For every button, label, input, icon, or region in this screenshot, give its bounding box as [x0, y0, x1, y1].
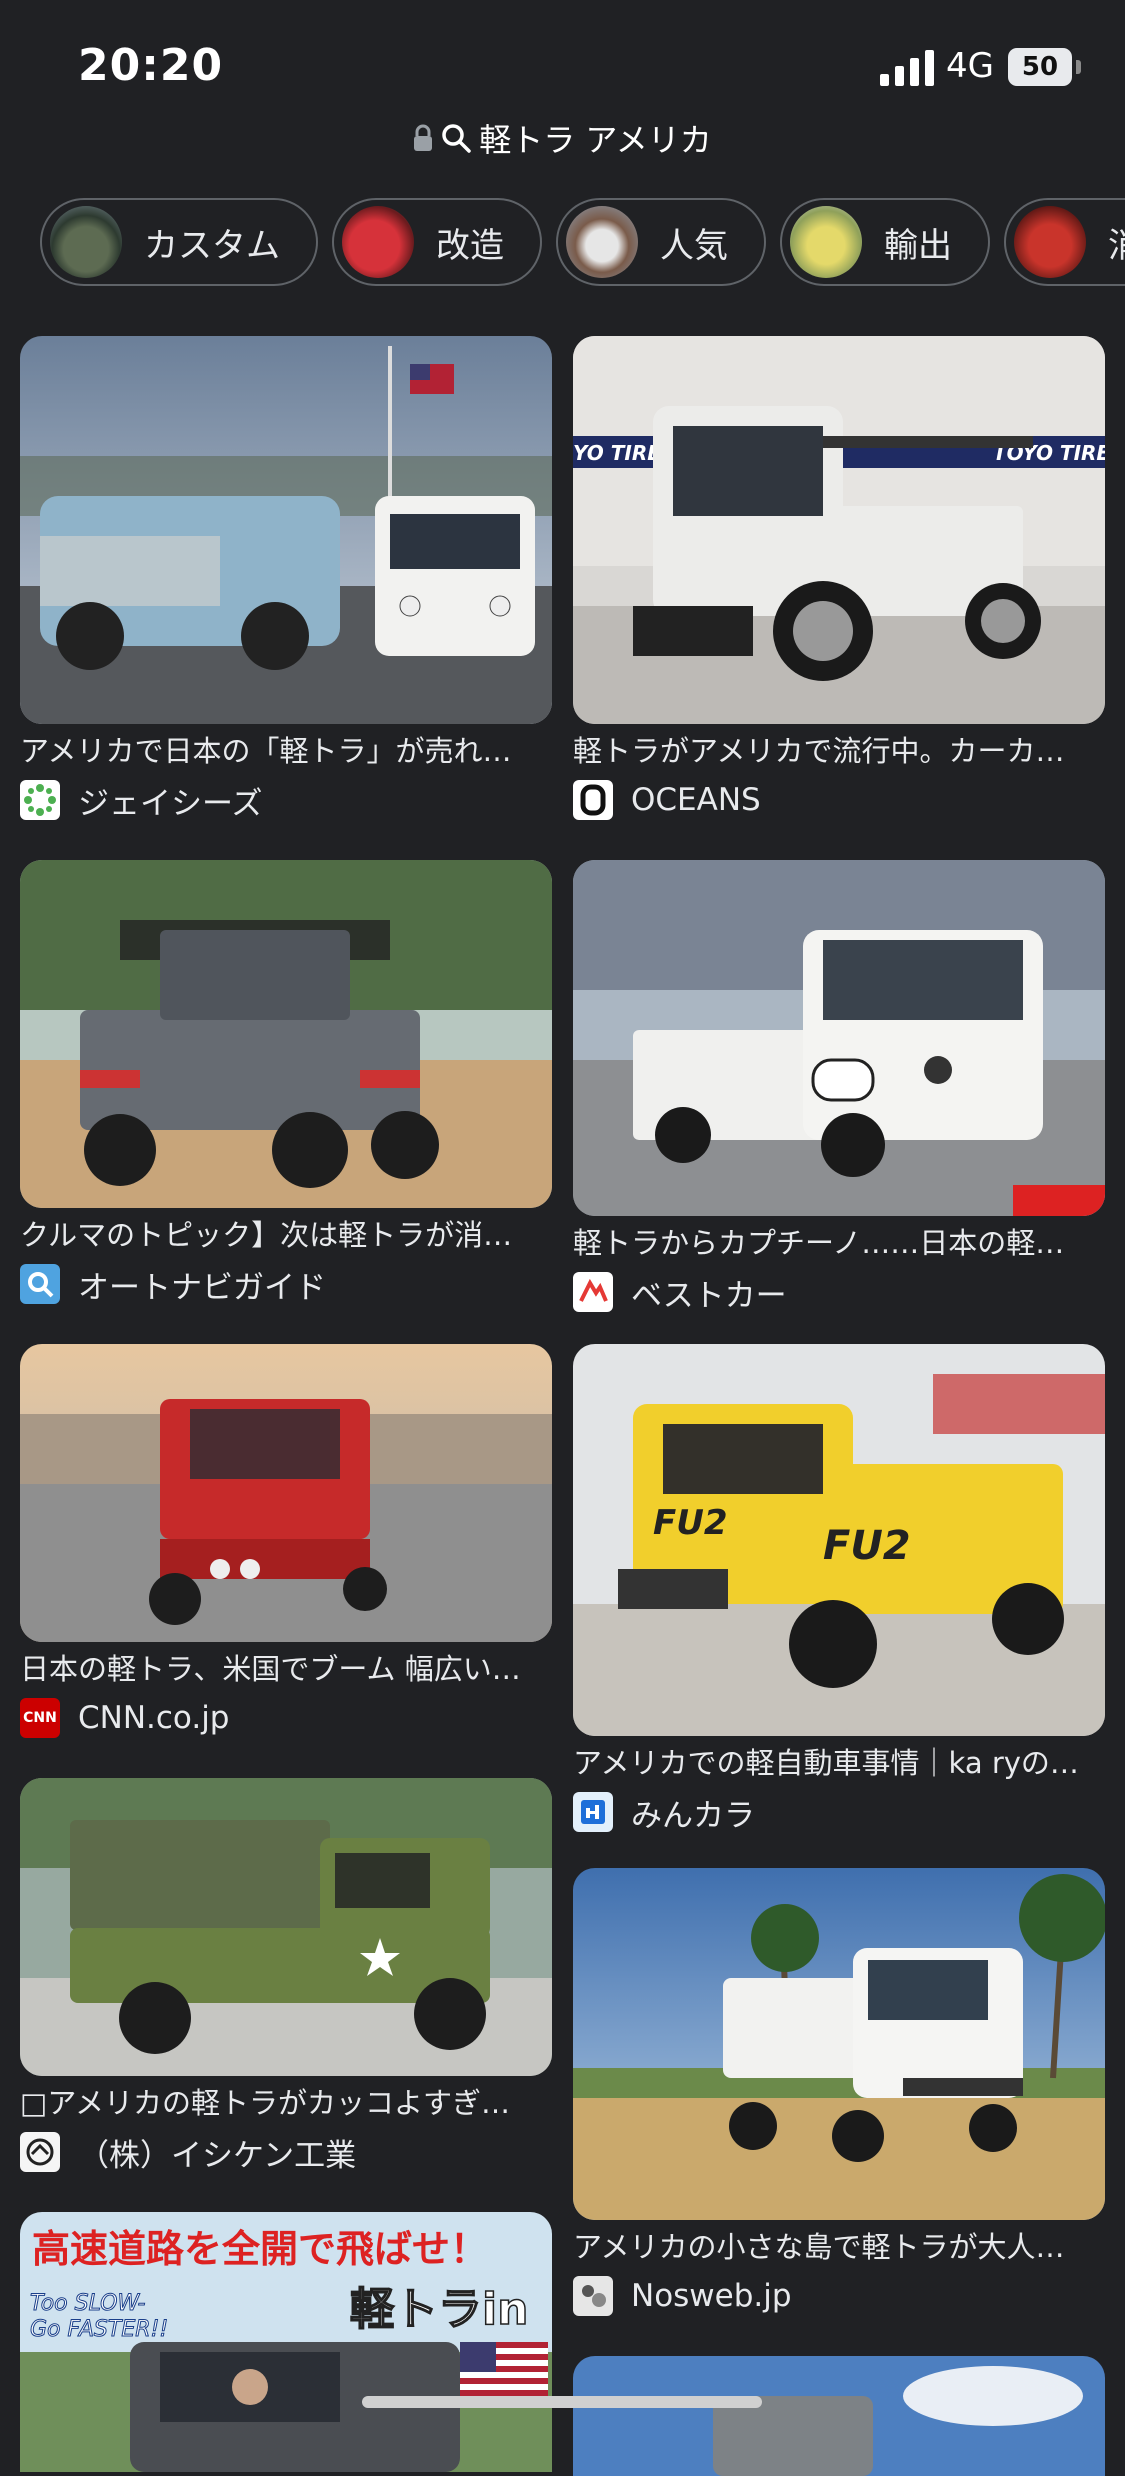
result-image[interactable]: YO TIRES TOYO TIRES: [573, 336, 1105, 724]
result-card[interactable]: [573, 2356, 1105, 2476]
chip-export[interactable]: 輸出: [780, 198, 990, 286]
chip-label: 人気: [660, 225, 728, 266]
result-image[interactable]: [20, 860, 552, 1208]
site-favicon-icon: [573, 1792, 613, 1832]
result-title[interactable]: 軽トラがアメリカで流行中。カーカ…: [573, 730, 1105, 772]
chip-label: 改造: [436, 225, 504, 266]
chip-thumbnail: [342, 206, 414, 278]
truck-photo-icon: [573, 860, 1105, 1216]
result-source[interactable]: OCEANS: [573, 778, 1105, 822]
result-title[interactable]: 日本の軽トラ、米国でブーム 幅広い…: [20, 1648, 552, 1690]
chip-disappear[interactable]: 消: [1004, 198, 1125, 286]
truck-photo-icon: YO TIRES TOYO TIRES: [573, 336, 1105, 724]
truck-photo-icon: [573, 1868, 1105, 2220]
battery-tip: [1076, 60, 1081, 74]
network-type: 4G: [946, 46, 994, 86]
result-source[interactable]: CNN CNN.co.jp: [20, 1696, 552, 1740]
result-image[interactable]: 高速道路を全開で飛ばせ！ Too SLOW- Go FASTER!! 軽トラin: [20, 2212, 552, 2472]
chip-thumbnail: [790, 206, 862, 278]
site-favicon-icon: [20, 2132, 60, 2172]
result-image[interactable]: FU2 FU2: [573, 1344, 1105, 1736]
site-favicon-icon: CNN: [20, 1698, 60, 1738]
truck-photo-icon: FU2 FU2: [573, 1344, 1105, 1736]
result-source[interactable]: （株）イシケン工業: [20, 2130, 552, 2174]
chip-thumbnail: [566, 206, 638, 278]
source-name: Nosweb.jp: [631, 2278, 792, 2314]
site-favicon-icon: [573, 1272, 613, 1312]
site-favicon-icon: [20, 780, 60, 820]
chip-popular[interactable]: 人気: [556, 198, 766, 286]
result-title[interactable]: 軽トラからカプチーノ……日本の軽…: [573, 1222, 1105, 1264]
site-favicon-icon: [573, 780, 613, 820]
truck-photo-icon: [573, 2356, 1105, 2476]
truck-photo-icon: [20, 1778, 552, 2076]
result-card[interactable]: 軽トラからカプチーノ……日本の軽… ベストカー: [573, 860, 1105, 1314]
chip-thumbnail: [1014, 206, 1086, 278]
site-favicon-icon: [20, 1264, 60, 1304]
source-name: ベストカー: [631, 1277, 787, 1314]
home-indicator[interactable]: [362, 2396, 762, 2408]
battery-icon: 50: [1008, 48, 1072, 86]
chip-thumbnail: [50, 206, 122, 278]
result-source[interactable]: ベストカー: [573, 1270, 1105, 1314]
svg-text:Too SLOW-: Too SLOW-: [30, 2291, 146, 2316]
address-bar[interactable]: 軽トラ アメリカ: [0, 112, 1125, 164]
result-card[interactable]: クルマのトピック】次は軽トラが消… オートナビガイド: [20, 860, 552, 1306]
chip-label: 消: [1108, 218, 1125, 267]
source-name: CNN.co.jp: [78, 1700, 230, 1736]
result-title[interactable]: アメリカでの軽自動車事情｜ka ryの…: [573, 1742, 1105, 1784]
result-card[interactable]: 高速道路を全開で飛ばせ！ Too SLOW- Go FASTER!! 軽トラin: [20, 2212, 552, 2472]
result-source[interactable]: ジェイシーズ: [20, 778, 552, 822]
result-title[interactable]: クルマのトピック】次は軽トラが消…: [20, 1214, 552, 1256]
truck-photo-icon: [20, 860, 552, 1208]
result-image[interactable]: [20, 1344, 552, 1642]
result-card[interactable]: □アメリカの軽トラがカッコよすぎ… （株）イシケン工業: [20, 1778, 552, 2174]
svg-text:FU2: FU2: [653, 1503, 728, 1543]
result-card[interactable]: FU2 FU2 アメリカでの軽自動車事情｜ka ryの… みんカラ: [573, 1344, 1105, 1834]
result-source[interactable]: みんカラ: [573, 1790, 1105, 1834]
chip-modify[interactable]: 改造: [332, 198, 542, 286]
result-source[interactable]: オートナビガイド: [20, 1262, 552, 1306]
result-title[interactable]: □アメリカの軽トラがカッコよすぎ…: [20, 2082, 552, 2124]
chip-label: カスタム: [144, 225, 280, 266]
result-card[interactable]: 日本の軽トラ、米国でブーム 幅広い… CNN CNN.co.jp: [20, 1344, 552, 1740]
result-image[interactable]: [20, 1778, 552, 2076]
status-time: 20:20: [78, 40, 224, 91]
result-card[interactable]: アメリカの小さな島で軽トラが大人… Nosweb.jp: [573, 1868, 1105, 2318]
svg-text:Go FASTER!!: Go FASTER!!: [30, 2317, 168, 2342]
related-search-chips: カスタム 改造 人気 輸出 消: [40, 198, 1125, 292]
lock-icon: [414, 124, 433, 151]
result-title[interactable]: アメリカの小さな島で軽トラが大人…: [573, 2226, 1105, 2268]
cellular-signal-icon: [880, 50, 934, 86]
source-name: オートナビガイド: [78, 1269, 326, 1306]
source-name: みんカラ: [631, 1797, 755, 1834]
source-name: OCEANS: [631, 782, 761, 818]
result-card[interactable]: アメリカで日本の「軽トラ」が売れ… ジェイシーズ: [20, 336, 552, 822]
search-query: 軽トラ アメリカ: [479, 121, 712, 159]
svg-text:軽トラin: 軽トラin: [350, 2284, 528, 2335]
search-icon: [442, 124, 471, 153]
result-card[interactable]: YO TIRES TOYO TIRES 軽トラがアメリカで流行中。カーカ… OC…: [573, 336, 1105, 822]
truck-photo-icon: [20, 336, 552, 724]
svg-text:FU2: FU2: [823, 1523, 911, 1569]
truck-photo-icon: 高速道路を全開で飛ばせ！ Too SLOW- Go FASTER!! 軽トラin: [20, 2212, 552, 2472]
result-source[interactable]: Nosweb.jp: [573, 2274, 1105, 2318]
source-name: （株）イシケン工業: [78, 2137, 357, 2174]
result-image[interactable]: [20, 336, 552, 724]
result-image[interactable]: [573, 2356, 1105, 2476]
result-image[interactable]: [573, 860, 1105, 1216]
source-name: ジェイシーズ: [78, 785, 263, 822]
site-favicon-icon: [573, 2276, 613, 2316]
status-bar: 20:20 4G 50: [0, 0, 1125, 130]
result-title[interactable]: アメリカで日本の「軽トラ」が売れ…: [20, 730, 552, 772]
result-image[interactable]: [573, 1868, 1105, 2220]
chip-custom[interactable]: カスタム: [40, 198, 318, 286]
truck-photo-icon: [20, 1344, 552, 1642]
svg-text:高速道路を全開で飛ばせ！: 高速道路を全開で飛ばせ！: [32, 2227, 488, 2271]
chip-label: 輸出: [884, 225, 952, 266]
